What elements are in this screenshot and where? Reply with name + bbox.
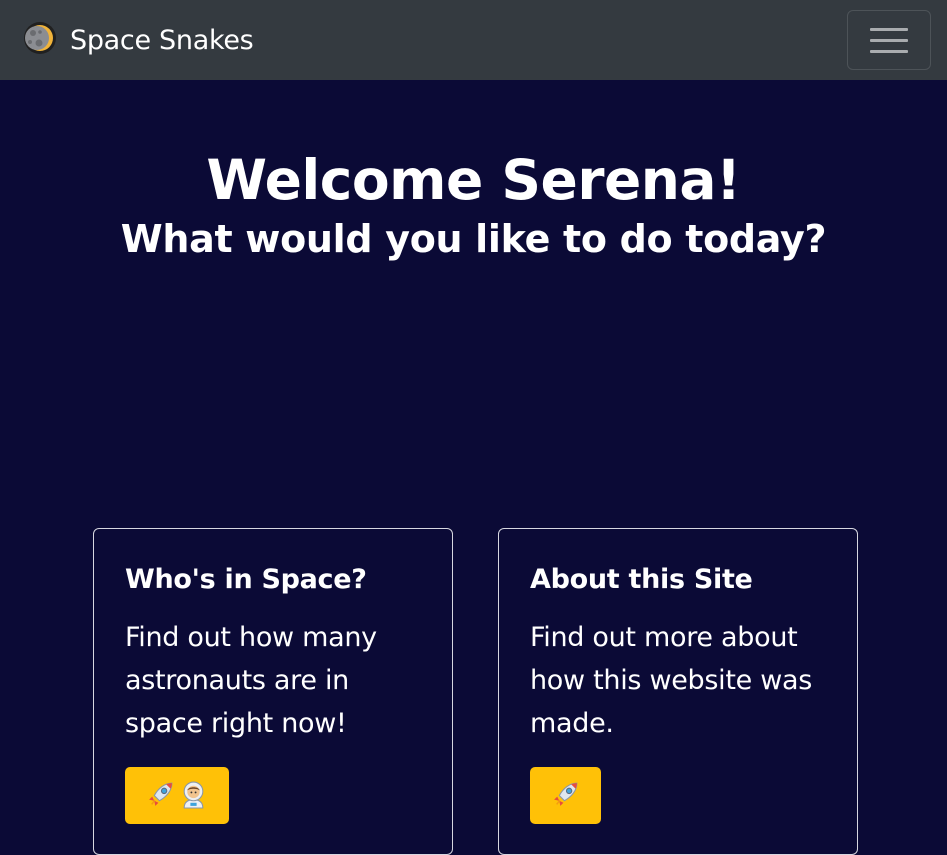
welcome-heading: Welcome Serena! — [206, 148, 741, 212]
rocket-icon — [146, 780, 175, 812]
card-title: About this Site — [530, 564, 753, 595]
brand-link[interactable]: Space Snakes — [23, 21, 254, 59]
navbar-toggle-button[interactable] — [847, 10, 931, 70]
hero: Welcome Serena! What would you like to d… — [0, 80, 947, 262]
question-heading: What would you like to do today? — [120, 217, 827, 261]
about-site-button[interactable] — [530, 767, 601, 824]
brand-name: Space Snakes — [70, 24, 254, 56]
whos-in-space-button[interactable] — [125, 767, 229, 824]
navbar: Space Snakes — [0, 0, 947, 80]
card-title: Who's in Space? — [125, 564, 367, 595]
moon-icon — [23, 21, 57, 59]
card-text: Find out how many astronauts are in spac… — [125, 622, 377, 739]
hamburger-menu-icon — [870, 27, 908, 31]
astronaut-icon — [179, 780, 208, 812]
card-about-site: About this Site Find out more about how … — [498, 528, 858, 855]
card-whos-in-space: Who's in Space? Find out how many astron… — [93, 528, 453, 855]
rocket-icon — [551, 780, 580, 812]
card-text: Find out more about how this website was… — [530, 622, 813, 739]
